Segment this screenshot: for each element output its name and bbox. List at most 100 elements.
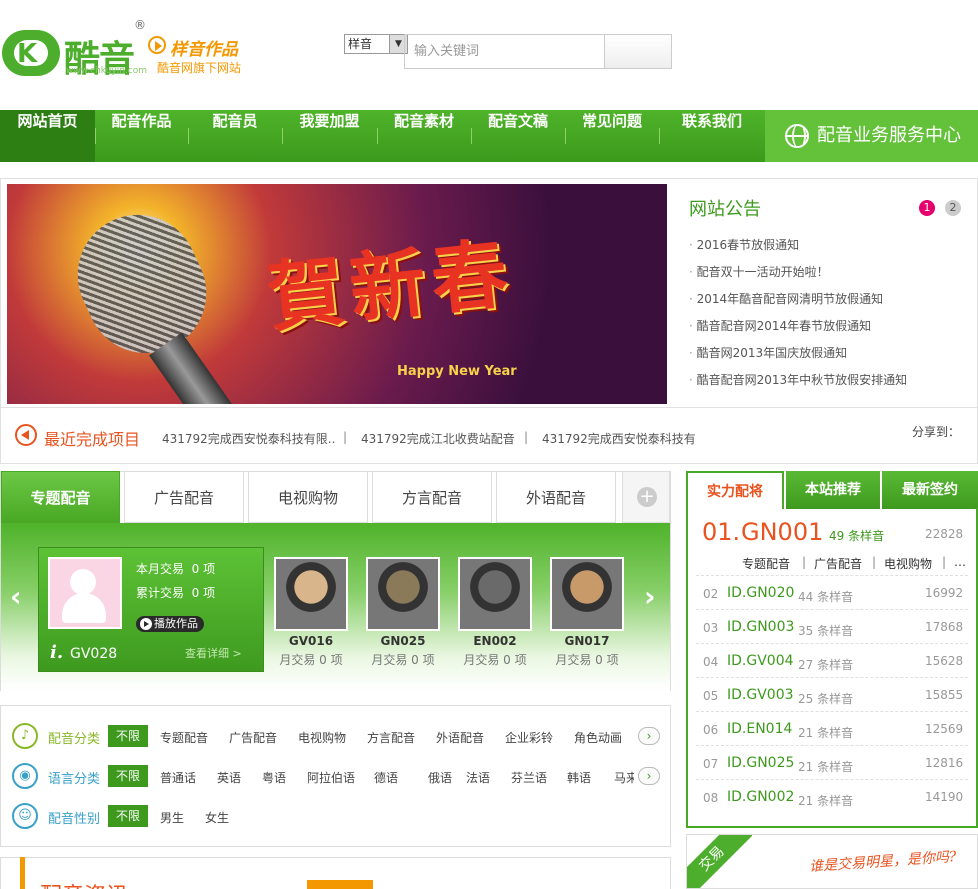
filter-option[interactable]: 女生 bbox=[205, 809, 229, 826]
avatar[interactable] bbox=[550, 557, 624, 631]
filter-option[interactable]: 广告配音 bbox=[229, 729, 277, 746]
news-title: 配音资讯 bbox=[40, 878, 128, 889]
site-subbrand[interactable]: 样音作品 bbox=[170, 35, 238, 60]
banner-subtext: Happy New Year bbox=[397, 364, 517, 379]
rank-views: 16992 bbox=[925, 586, 964, 600]
notice-page-2[interactable]: 2 bbox=[945, 200, 961, 216]
ranking-tab-2[interactable]: 最新签约 bbox=[882, 471, 978, 509]
logo-icon[interactable]: K bbox=[2, 30, 60, 76]
rank-top-id[interactable]: GN001 bbox=[741, 518, 823, 546]
tab-3[interactable]: 方言配音 bbox=[372, 471, 492, 523]
service-center-link[interactable]: 配音业务服务中心 bbox=[765, 110, 978, 162]
rank-artist-id[interactable]: ID.GN002 bbox=[727, 789, 794, 805]
nav-item[interactable]: 联系我们 bbox=[659, 110, 765, 162]
ranking-category-link[interactable]: … bbox=[954, 555, 966, 569]
rank-artist-id[interactable]: ID.EN014 bbox=[727, 721, 792, 737]
artist-name[interactable]: GN017 bbox=[550, 634, 624, 648]
nav-item[interactable]: 常见问题 bbox=[565, 110, 659, 162]
nav-item[interactable]: 配音素材 bbox=[377, 110, 471, 162]
artist-name[interactable]: GN025 bbox=[366, 634, 440, 648]
filter-option[interactable]: 英语 bbox=[217, 769, 241, 786]
filter-option[interactable]: 马来 bbox=[614, 769, 634, 786]
filter-option-active[interactable]: 不限 bbox=[108, 805, 148, 827]
news-link[interactable]: 配音员 bbox=[390, 882, 426, 889]
total-trade: 累计交易 0 项 bbox=[136, 586, 216, 600]
filter-option[interactable]: 方言配音 bbox=[367, 729, 415, 746]
plus-icon[interactable]: + bbox=[637, 487, 657, 507]
promo-banner[interactable]: 交易 谁是交易明星，是你吗? bbox=[686, 834, 978, 889]
ranking-category-link[interactable]: 专题配音 bbox=[742, 555, 790, 572]
tab-0[interactable]: 专题配音 bbox=[1, 471, 120, 523]
filter-option[interactable]: 俄语 bbox=[428, 769, 452, 786]
nav-item[interactable]: 网站首页 bbox=[0, 110, 95, 162]
avatar[interactable] bbox=[48, 557, 122, 629]
recent-project-link[interactable]: 431792完成西安悦泰科技有限.. bbox=[162, 430, 335, 447]
filter-option-active[interactable]: 不限 bbox=[108, 725, 148, 747]
ranking-category-link[interactable]: 广告配音 bbox=[814, 555, 862, 572]
nav-item[interactable]: 配音作品 bbox=[95, 110, 188, 162]
filter-option[interactable]: 外语配音 bbox=[436, 729, 484, 746]
news-link[interactable]: 配音素材 bbox=[520, 882, 568, 889]
artist-name[interactable]: GV016 bbox=[274, 634, 348, 648]
filter-option[interactable]: 德语 bbox=[374, 769, 398, 786]
rank-sample-count: 25 条样音 bbox=[798, 692, 854, 706]
play-button[interactable]: 播放作品 bbox=[136, 616, 204, 632]
rank-artist-id[interactable]: ID.GV003 bbox=[727, 687, 794, 703]
avatar[interactable] bbox=[366, 557, 440, 631]
banner-image[interactable]: 賀新春 Happy New Year bbox=[7, 184, 667, 404]
news-link[interactable]: 外语配音 bbox=[580, 882, 628, 889]
carousel-prev-icon[interactable]: ‹ bbox=[10, 580, 22, 613]
filter-option-active[interactable]: 不限 bbox=[108, 765, 148, 787]
filter-option[interactable]: 普通话 bbox=[160, 769, 196, 786]
carousel-next-icon[interactable]: › bbox=[644, 580, 656, 613]
notice-item[interactable]: 2014年酷音配音网清明节放假通知 bbox=[689, 290, 884, 307]
search-type-select[interactable]: 样音 ▼ bbox=[344, 34, 408, 54]
nav-item[interactable]: 配音员 bbox=[188, 110, 282, 162]
filter-option[interactable]: 专题配音 bbox=[160, 729, 208, 746]
filter-option[interactable]: 粤语 bbox=[262, 769, 286, 786]
search-input[interactable]: 输入关键词 bbox=[404, 34, 606, 69]
view-details-link[interactable]: 查看详细 > bbox=[185, 645, 242, 661]
filter-option[interactable]: 法语 bbox=[466, 769, 490, 786]
filter-option[interactable]: 电视购物 bbox=[298, 729, 346, 746]
notice-item[interactable]: 酷音配音网2014年春节放假通知 bbox=[689, 317, 872, 334]
nav-item[interactable]: 我要加盟 bbox=[282, 110, 377, 162]
tab-4[interactable]: 外语配音 bbox=[496, 471, 616, 523]
rank-sample-count: 35 条样音 bbox=[798, 624, 854, 638]
notice-item[interactable]: 酷音网2013年国庆放假通知 bbox=[689, 344, 848, 361]
ranking-tab-0[interactable]: 实力配将 bbox=[686, 471, 784, 509]
divider bbox=[696, 575, 968, 576]
rank-artist-id[interactable]: ID.GN020 bbox=[727, 585, 794, 601]
notice-item[interactable]: 2016春节放假通知 bbox=[689, 236, 800, 253]
filter-next-icon[interactable]: › bbox=[638, 767, 660, 785]
artist-name[interactable]: EN002 bbox=[458, 634, 532, 648]
tab-1[interactable]: 广告配音 bbox=[124, 471, 244, 523]
rank-sample-count: 21 条样音 bbox=[798, 760, 854, 774]
filter-next-icon[interactable]: › bbox=[638, 727, 660, 745]
recent-project-link[interactable]: 431792完成江北收费站配音 bbox=[361, 430, 515, 447]
registered-mark: ® bbox=[134, 18, 146, 32]
filter-option[interactable]: 角色动画 bbox=[574, 729, 622, 746]
rank-artist-id[interactable]: ID.GV004 bbox=[727, 653, 794, 669]
rank-artist-id[interactable]: ID.GN003 bbox=[727, 619, 794, 635]
rank-top-number: 01. bbox=[702, 518, 741, 546]
rank-artist-id[interactable]: ID.GN025 bbox=[727, 755, 794, 771]
search-button[interactable] bbox=[604, 34, 672, 69]
news-more-button[interactable] bbox=[307, 880, 373, 889]
filter-option[interactable]: 芬兰语 bbox=[511, 769, 547, 786]
ranking-category-link[interactable]: 电视购物 bbox=[884, 555, 932, 572]
avatar[interactable] bbox=[274, 557, 348, 631]
filter-option[interactable]: 男生 bbox=[160, 809, 184, 826]
recent-project-link[interactable]: 431792完成西安悦泰科技有 bbox=[542, 430, 696, 447]
filter-option[interactable]: 韩语 bbox=[567, 769, 591, 786]
notice-item[interactable]: 酷音配音网2013年中秋节放假安排通知 bbox=[689, 371, 908, 388]
avatar[interactable] bbox=[458, 557, 532, 631]
notice-item[interactable]: 配音双十一活动开始啦！ bbox=[689, 263, 829, 280]
filter-option[interactable]: 阿拉伯语 bbox=[307, 769, 355, 786]
news-link[interactable]: 常见问题 bbox=[440, 882, 488, 889]
filter-option[interactable]: 企业彩铃 bbox=[505, 729, 553, 746]
nav-item[interactable]: 配音文稿 bbox=[471, 110, 565, 162]
notice-page-1[interactable]: 1 bbox=[919, 200, 935, 216]
ranking-tab-1[interactable]: 本站推荐 bbox=[786, 471, 880, 509]
tab-2[interactable]: 电视购物 bbox=[248, 471, 368, 523]
